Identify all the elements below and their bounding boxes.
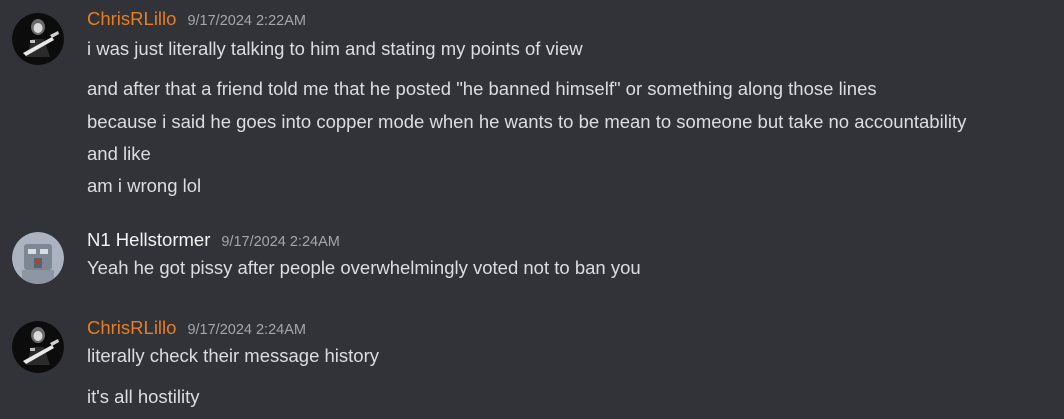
chat-messages: ChrisRLillo 9/17/2024 2:22AM i was just … [0, 0, 1064, 419]
username[interactable]: ChrisRLillo [87, 317, 176, 339]
guitarist-avatar-icon[interactable] [12, 321, 64, 373]
message-header: ChrisRLillo 9/17/2024 2:24AM [87, 317, 306, 341]
message-group: ChrisRLillo 9/17/2024 2:24AM literally c… [0, 0, 1064, 419]
message-text: literally check their message history [87, 345, 379, 366]
message-text: it's all hostility [87, 386, 200, 407]
timestamp: 9/17/2024 2:24AM [187, 322, 306, 338]
